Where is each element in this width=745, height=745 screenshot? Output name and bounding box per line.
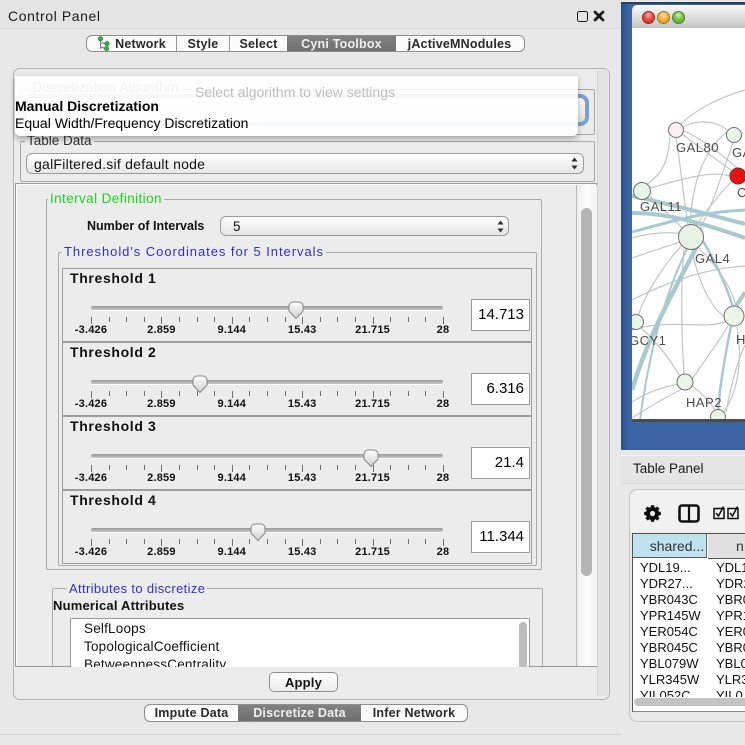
svg-text:GAL11: GAL11: [640, 199, 682, 214]
svg-text:GAL80: GAL80: [676, 140, 719, 155]
svg-text:C: C: [737, 185, 745, 200]
svg-text:HAP2: HAP2: [686, 395, 722, 410]
svg-text:GCY1: GCY1: [632, 333, 666, 348]
svg-text:H: H: [736, 332, 745, 347]
svg-text:GAL4: GAL4: [695, 251, 730, 266]
svg-text:GA: GA: [732, 145, 745, 160]
